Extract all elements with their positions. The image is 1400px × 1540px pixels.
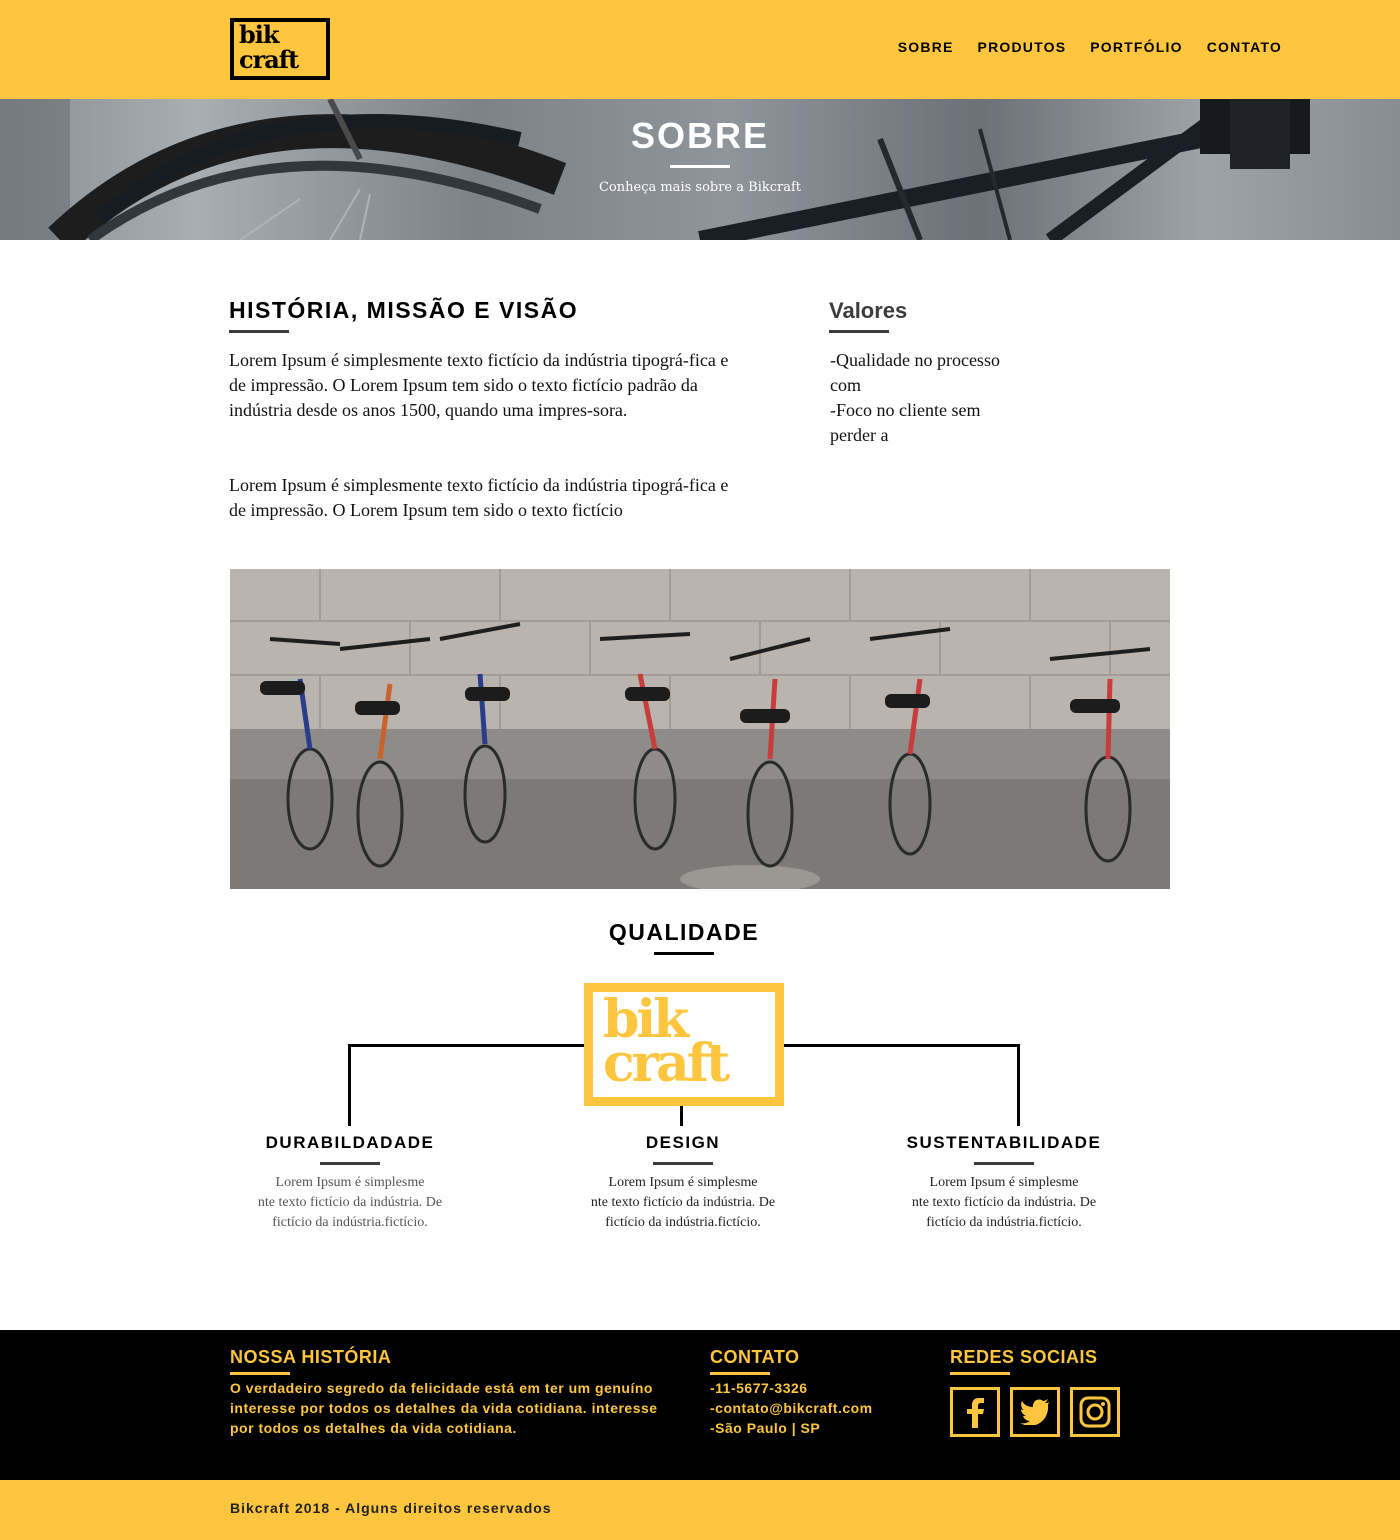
quality-item-underline [974,1162,1034,1165]
footer-phone[interactable]: -11-5677-3326 [710,1378,910,1398]
quality-item-text: Lorem Ipsum é simplesme nte texto fictíc… [257,1175,443,1230]
instagram-icon [1079,1396,1111,1428]
facebook-icon [967,1398,984,1428]
logo-text-line2: craft [239,45,299,74]
values-item: -Foco no cliente sem perder a [830,400,981,445]
footer-history-underline [230,1372,290,1375]
main-nav: SOBRE PRODUTOS PORTFÓLIO CONTATO [898,39,1282,55]
hero-banner: SOBRE Conheça mais sobre a Bikcraft [0,99,1400,240]
copyright-bar: Bikcraft 2018 - Alguns direitos reservad… [0,1480,1400,1540]
quality-item-title: SUSTENTABILIDADE [906,1133,1102,1152]
logo[interactable]: bik craft [230,18,330,80]
quality-item-text: Lorem Ipsum é simplesme nte texto fictíc… [911,1175,1097,1230]
nav-link-sobre[interactable]: SOBRE [898,39,954,55]
footer-history-text: O verdadeiro segredo da felicidade está … [230,1380,658,1436]
quality-item-underline [320,1162,380,1165]
footer-social-title: REDES SOCIAIS [950,1347,1098,1367]
nav-link-produtos[interactable]: PRODUTOS [978,39,1067,55]
footer-history-title: NOSSA HISTÓRIA [230,1347,392,1367]
site-header: bik craft SOBRE PRODUTOS PORTFÓLIO CONTA… [0,0,1400,99]
quality-item-underline [653,1162,713,1165]
history-title-underline [229,330,289,333]
footer-contact-underline [710,1372,770,1375]
values-title: Valores [829,298,908,323]
hero-title: SOBRE [630,115,770,156]
quality-item-text: Lorem Ipsum é simplesme nte texto fictíc… [590,1175,776,1230]
quality-logo-line2: craft [603,1033,730,1094]
quality-item-design: DESIGN Lorem Ipsum é simplesme nte texto… [563,1133,803,1233]
hero-underline [670,165,730,168]
instagram-button[interactable] [1070,1387,1120,1437]
quality-item-title: DURABILDADADE [265,1133,435,1152]
footer-contact-title: CONTATO [710,1347,800,1367]
tree-line-right [784,1044,1020,1047]
tree-line-left [348,1044,584,1047]
nav-link-contato[interactable]: CONTATO [1207,39,1282,55]
quality-logo: bik craft [584,983,784,1106]
values-list: -Qualidade no processo com -Foco no clie… [830,348,1030,448]
quality-item-durability: DURABILDADADE Lorem Ipsum é simplesme nt… [230,1133,470,1233]
footer-email[interactable]: -contato@bikcraft.com [710,1398,910,1418]
quality-item-title: DESIGN [645,1133,721,1152]
hero-subtitle: Conheça mais sobre a Bikcraft [598,180,802,195]
quality-title: QUALIDADE [608,919,760,945]
copyright-text: Bikcraft 2018 - Alguns direitos reservad… [230,1500,552,1516]
history-title: HISTÓRIA, MISSÃO E VISÃO [229,297,579,323]
bikes-photo [230,569,1170,889]
tree-line-right-drop [1017,1044,1020,1126]
quality-item-sustainability: SUSTENTABILIDADE Lorem Ipsum é simplesme… [884,1133,1124,1233]
quality-title-underline [654,952,714,955]
footer-location: -São Paulo | SP [710,1420,821,1436]
footer-social-underline [950,1372,1010,1375]
twitter-button[interactable] [1010,1387,1060,1437]
logo-text-line1: bik [239,20,280,49]
tree-line-left-drop [348,1044,351,1126]
history-paragraph-1: Lorem Ipsum é simplesmente texto fictíci… [229,350,729,420]
site-footer: NOSSA HISTÓRIA O verdadeiro segredo da f… [0,1330,1400,1480]
history-paragraph-2: Lorem Ipsum é simplesmente texto fictíci… [229,475,729,520]
nav-link-portfolio[interactable]: PORTFÓLIO [1090,39,1182,55]
twitter-icon [1020,1399,1049,1425]
footer-contact-list: -11-5677-3326 -contato@bikcraft.com -São… [710,1378,910,1438]
values-title-underline [829,330,889,333]
facebook-button[interactable] [950,1387,1000,1437]
values-item: -Qualidade no processo com [830,350,1000,395]
tree-line-center-drop [680,1106,683,1126]
